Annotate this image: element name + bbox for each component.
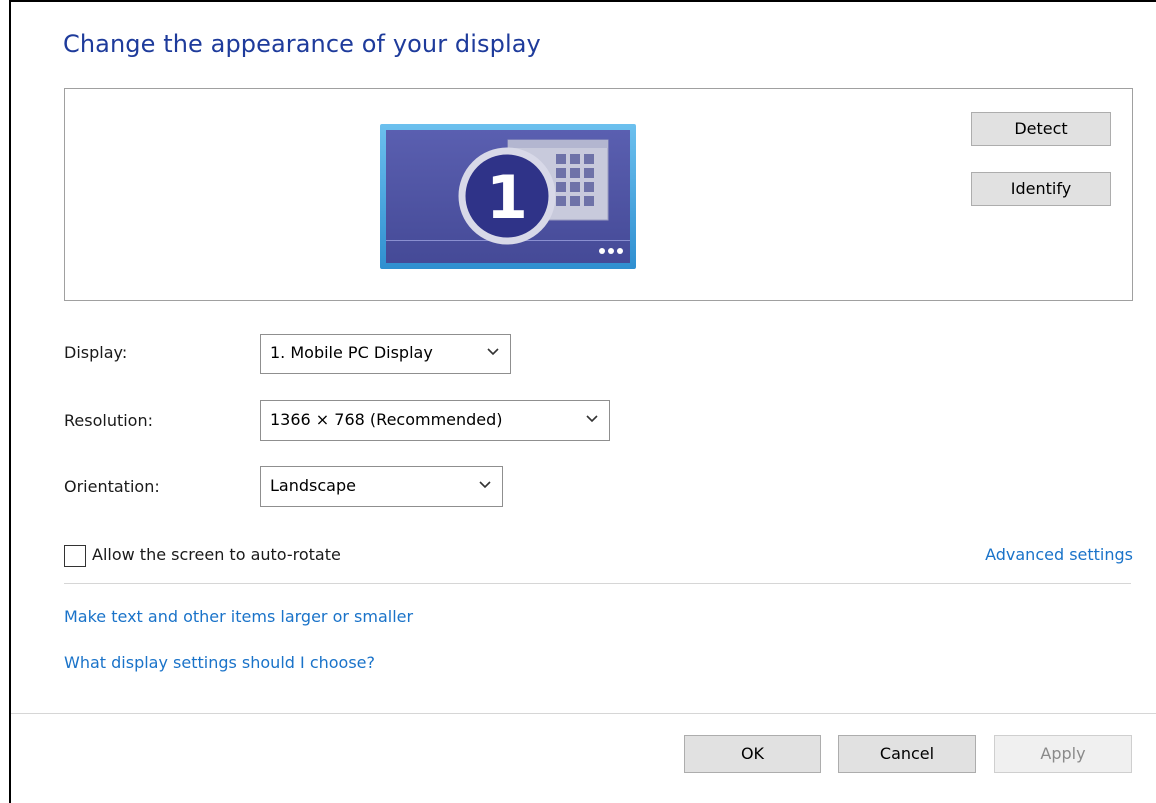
identify-button[interactable]: Identify [971, 172, 1111, 206]
resolution-select[interactable]: 1366 × 768 (Recommended) [260, 400, 610, 441]
display-select[interactable]: 1. Mobile PC Display [260, 334, 511, 374]
apply-button[interactable]: Apply [994, 735, 1132, 773]
advanced-settings-link[interactable]: Advanced settings [985, 545, 1133, 564]
divider [64, 583, 1131, 584]
text-size-link[interactable]: Make text and other items larger or smal… [64, 607, 413, 626]
detect-button[interactable]: Detect [971, 112, 1111, 146]
display-label: Display: [64, 343, 128, 362]
orientation-select[interactable]: Landscape [260, 466, 503, 507]
auto-rotate-checkbox[interactable] [64, 545, 86, 567]
orientation-label: Orientation: [64, 477, 160, 496]
page-title: Change the appearance of your display [63, 30, 541, 58]
cancel-button[interactable]: Cancel [838, 735, 976, 773]
ok-button[interactable]: OK [684, 735, 821, 773]
display-preview-area: 1 Detect Identify [64, 88, 1133, 301]
footer-divider [11, 713, 1156, 714]
resolution-select-value: 1366 × 768 (Recommended) [270, 410, 503, 429]
orientation-select-value: Landscape [270, 476, 356, 495]
monitor-icon: 1 [380, 124, 636, 269]
monitor-1-thumbnail[interactable]: 1 [380, 124, 636, 269]
display-settings-help-link[interactable]: What display settings should I choose? [64, 653, 375, 672]
chevron-down-icon [586, 415, 598, 423]
monitor-number-label: 1 [486, 163, 528, 233]
chevron-down-icon [487, 348, 499, 356]
auto-rotate-label[interactable]: Allow the screen to auto-rotate [92, 545, 341, 564]
resolution-label: Resolution: [64, 411, 153, 430]
chevron-down-icon [479, 481, 491, 489]
display-select-value: 1. Mobile PC Display [270, 343, 433, 362]
window-top-border [9, 0, 1156, 2]
window-left-border [9, 0, 11, 803]
